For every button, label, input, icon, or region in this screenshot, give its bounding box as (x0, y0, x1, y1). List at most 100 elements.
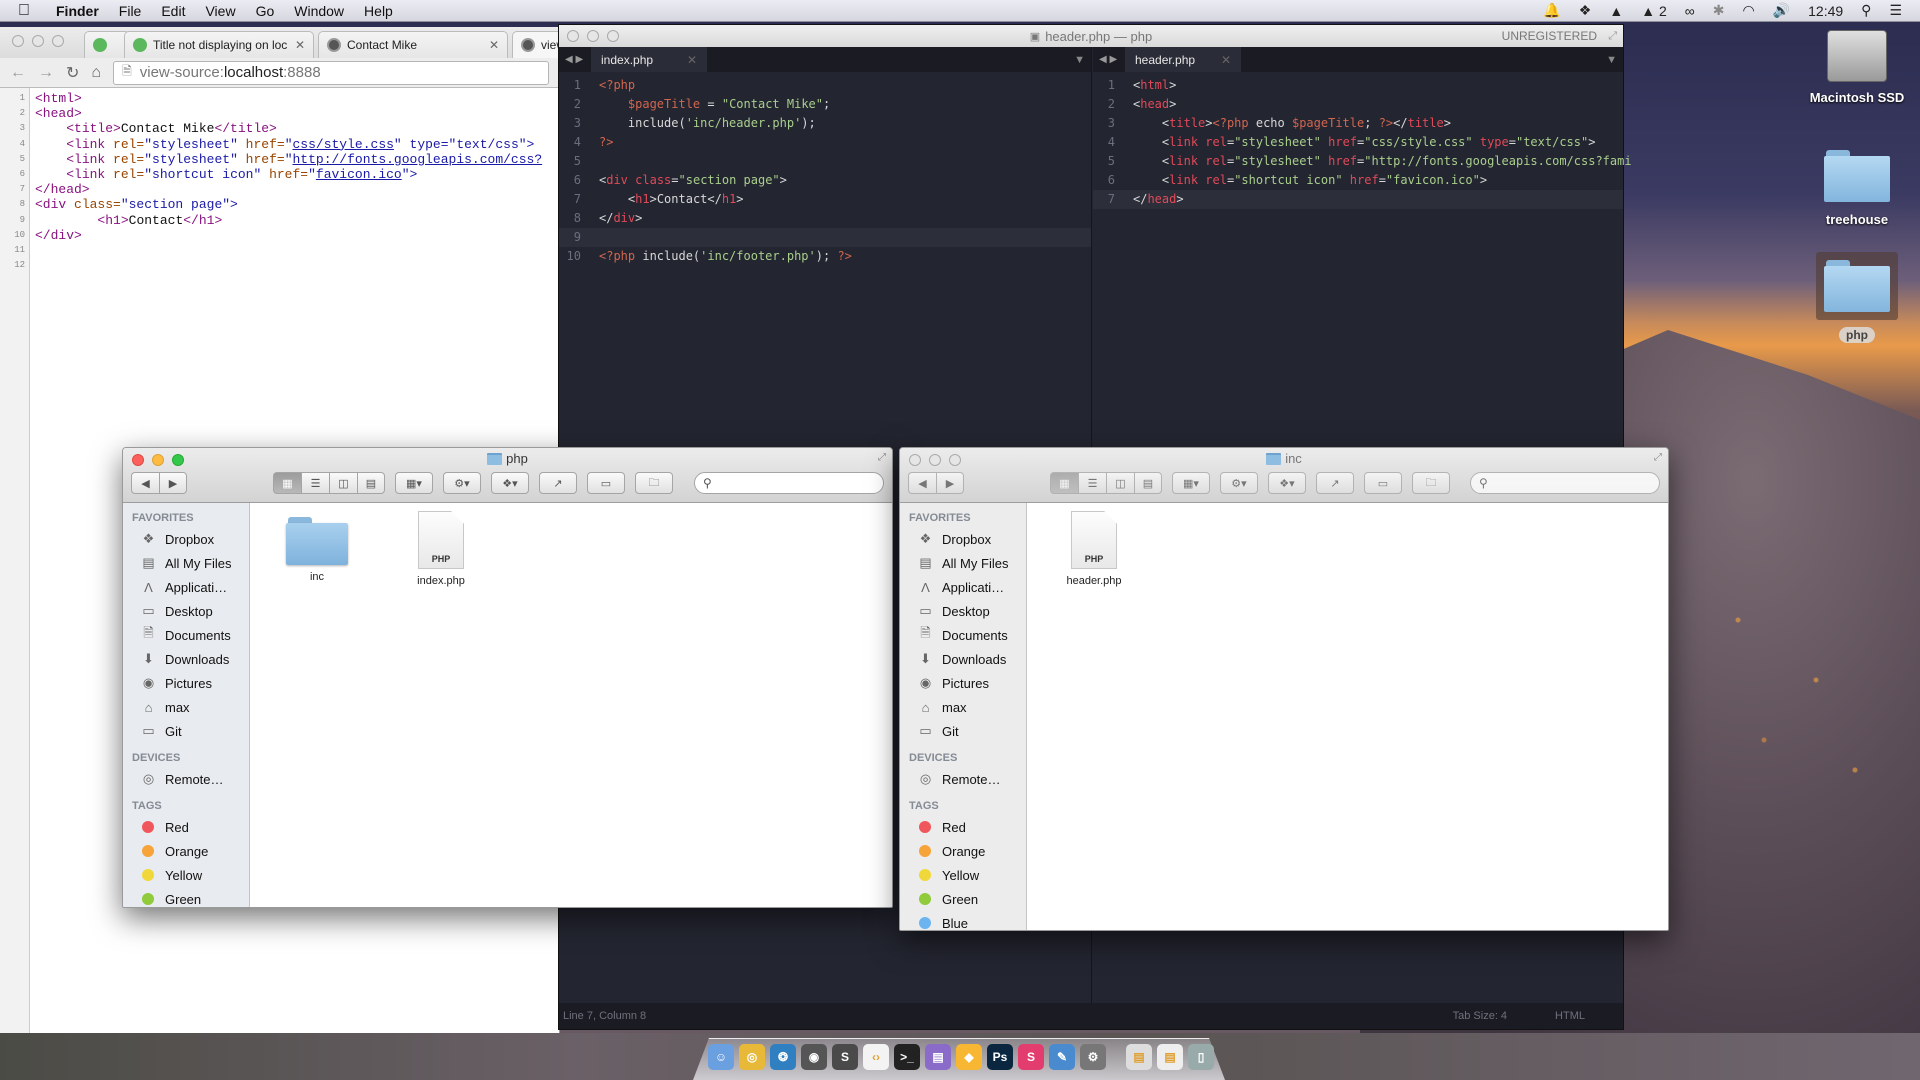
browser-tab-contact-mike[interactable]: Contact Mike ✕ (318, 31, 508, 58)
apple-menu-icon[interactable]:  (18, 2, 40, 20)
back-button[interactable]: ◀ (908, 472, 936, 494)
menu-edit[interactable]: Edit (161, 3, 185, 19)
back-button[interactable]: ◀ (131, 472, 159, 494)
dropbox-button[interactable]: ❖▾ (1268, 472, 1306, 494)
sidebar-item-pictures[interactable]: ◉ Pictures (900, 671, 1026, 695)
dock-sourcetree-icon[interactable]: ❂ (770, 1044, 796, 1070)
notification-center-icon[interactable]: ☰ (1889, 2, 1902, 19)
sidebar-tag-red[interactable]: Red (900, 815, 1026, 839)
dock-finder-icon[interactable]: ☺ (708, 1044, 734, 1070)
icon-view-button[interactable]: ▦ (273, 472, 301, 494)
dock-terminal-icon[interactable]: >_ (894, 1044, 920, 1070)
close-button[interactable] (567, 30, 579, 42)
minimize-button[interactable] (587, 30, 599, 42)
sidebar-item-git[interactable]: ▭ Git (900, 719, 1026, 743)
share-button[interactable]: ↗ (539, 472, 577, 494)
tab-nav-arrows-icon[interactable]: ◀ ▶ (559, 54, 591, 65)
bluetooth-icon[interactable]: ✱ (1713, 2, 1725, 19)
icon-view-button[interactable]: ▦ (1050, 472, 1078, 494)
wifi-icon[interactable]: ◠ (1742, 2, 1754, 19)
desktop-icon-macintosh-ssd[interactable]: Macintosh SSD (1797, 30, 1917, 105)
sidebar-item-downloads[interactable]: ⬇ Downloads (900, 647, 1026, 671)
dock-trash-icon[interactable]: ▯ (1188, 1044, 1214, 1070)
volume-icon[interactable]: 🔊 (1773, 2, 1790, 19)
menu-view[interactable]: View (205, 3, 235, 19)
menu-app-finder[interactable]: Finder (56, 3, 99, 19)
arrange-button[interactable]: ▦▾ (1172, 472, 1210, 494)
tab-dropdown-icon[interactable]: ▼ (1606, 54, 1617, 66)
zoom-button[interactable] (52, 35, 64, 47)
sidebar-item-max[interactable]: ⌂ max (123, 695, 249, 719)
close-tab-icon[interactable]: ✕ (687, 53, 697, 67)
code-area[interactable]: 1 <html> 2 <head> 3 <title><?php echo $pag… (1093, 72, 1632, 209)
dock-document-icon[interactable]: ▤ (1126, 1044, 1152, 1070)
sidebar-tag-green[interactable]: Green (123, 887, 249, 907)
dock-preview-icon[interactable]: ✎ (1049, 1044, 1075, 1070)
sidebar-item-applications[interactable]: Λ Applicati… (900, 575, 1026, 599)
sidebar-item-documents[interactable]: 🗎 Documents (123, 623, 249, 647)
sidebar-item-remote-disc[interactable]: ◎ Remote… (900, 767, 1026, 791)
action-gear-button[interactable]: ⚙▾ (443, 472, 481, 494)
sidebar-item-dropbox[interactable]: ❖ Dropbox (900, 527, 1026, 551)
dropbox-button[interactable]: ❖▾ (491, 472, 529, 494)
new-folder-button[interactable]: 🗀 (1412, 472, 1450, 494)
coverflow-view-button[interactable]: ▤ (1134, 472, 1162, 494)
menu-window[interactable]: Window (294, 3, 344, 19)
arrange-button[interactable]: ▦▾ (395, 472, 433, 494)
dock-stack-icon[interactable]: ▤ (925, 1044, 951, 1070)
file-item-header-php[interactable]: PHP header.php (1049, 511, 1139, 587)
search-field[interactable]: ⚲ (1470, 472, 1660, 494)
column-view-button[interactable]: ◫ (329, 472, 357, 494)
desktop-icon-php[interactable]: php (1797, 252, 1917, 343)
dock-slack-icon[interactable]: S (1018, 1044, 1044, 1070)
dock-coda-icon[interactable]: ‹› (863, 1044, 889, 1070)
sidebar-tag-orange[interactable]: Orange (123, 839, 249, 863)
dock-document-2-icon[interactable]: ▤ (1157, 1044, 1183, 1070)
creative-cloud-icon[interactable]: ∞ (1685, 3, 1695, 19)
sidebar-item-pictures[interactable]: ◉ Pictures (123, 671, 249, 695)
action-gear-button[interactable]: ⚙▾ (1220, 472, 1258, 494)
sidebar-tag-green[interactable]: Green (900, 887, 1026, 911)
forward-icon[interactable]: → (38, 64, 54, 82)
fullscreen-icon[interactable]: ⤢ (878, 452, 886, 463)
dock-chrome-icon[interactable]: ◎ (739, 1044, 765, 1070)
source-link-google-fonts[interactable]: http://fonts.googleapis.com/css? (293, 152, 543, 167)
dock-system-preferences-icon[interactable]: ⚙ (1080, 1044, 1106, 1070)
dock-photoshop-icon[interactable]: Ps (987, 1044, 1013, 1070)
tags-button[interactable]: ▭ (587, 472, 625, 494)
sidebar-tag-orange[interactable]: Orange (900, 839, 1026, 863)
sidebar-tag-yellow[interactable]: Yellow (900, 863, 1026, 887)
list-view-button[interactable]: ☰ (301, 472, 329, 494)
reload-icon[interactable]: ↻ (66, 63, 79, 83)
dock-sketch-icon[interactable]: ◆ (956, 1044, 982, 1070)
sidebar-item-dropbox[interactable]: ❖ Dropbox (123, 527, 249, 551)
browser-tab-forum[interactable]: Title not displaying on loc ✕ (124, 31, 314, 58)
spotlight-search-icon[interactable]: ⚲ (1861, 2, 1871, 19)
column-view-button[interactable]: ◫ (1106, 472, 1134, 494)
close-tab-icon[interactable]: ✕ (295, 38, 305, 52)
home-icon[interactable]: ⌂ (91, 64, 101, 82)
close-button[interactable] (12, 35, 24, 47)
tab-size-selector[interactable]: Tab Size: 4 (1453, 1010, 1507, 1022)
close-tab-icon[interactable]: ✕ (489, 38, 499, 52)
menu-help[interactable]: Help (364, 3, 393, 19)
dock-sequel-pro-icon[interactable]: ◉ (801, 1044, 827, 1070)
editor-tab-header-php[interactable]: header.php ✕ (1125, 47, 1241, 72)
address-bar[interactable]: 🗎 view-source:localhost:8888 (113, 60, 549, 85)
new-folder-button[interactable]: 🗀 (635, 472, 673, 494)
source-link-favicon[interactable]: favicon.ico (316, 167, 402, 182)
coverflow-view-button[interactable]: ▤ (357, 472, 385, 494)
share-button[interactable]: ↗ (1316, 472, 1354, 494)
tab-dropdown-icon[interactable]: ▼ (1074, 54, 1085, 66)
list-view-button[interactable]: ☰ (1078, 472, 1106, 494)
code-area[interactable]: 1 <?php 2 $pageTitle = "Contact Mike"; 3 … (559, 72, 1091, 266)
source-link-style-css[interactable]: css/style.css (293, 137, 394, 152)
editor-tab-index-php[interactable]: index.php ✕ (591, 47, 707, 72)
file-item-inc[interactable]: inc (272, 517, 362, 583)
sidebar-tag-red[interactable]: Red (123, 815, 249, 839)
dropbox-icon[interactable]: ❖ (1579, 2, 1592, 19)
sidebar-item-applications[interactable]: Λ Applicati… (123, 575, 249, 599)
notification-bell-icon[interactable]: 🔔 (1543, 2, 1560, 19)
sidebar-item-remote-disc[interactable]: ◎ Remote… (123, 767, 249, 791)
tab-nav-arrows-icon[interactable]: ◀ ▶ (1093, 54, 1125, 65)
